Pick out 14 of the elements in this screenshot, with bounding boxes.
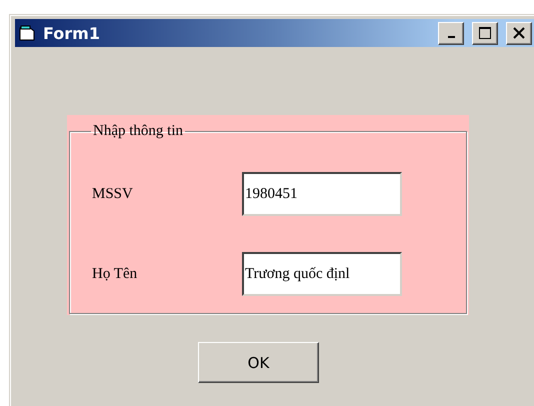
close-icon (513, 27, 525, 39)
minimize-button[interactable] (438, 22, 464, 44)
minimize-icon (448, 36, 454, 38)
maximize-button[interactable] (472, 22, 498, 44)
field-label: MSSV (92, 186, 134, 202)
text-field[interactable]: Trương quốc địnl (242, 252, 402, 296)
group-title: Nhập thông tin (92, 123, 184, 140)
window-title: Form1 (43, 24, 101, 42)
maximize-icon (478, 26, 492, 40)
field-label: Họ Tên (92, 266, 138, 282)
close-button[interactable] (506, 22, 532, 44)
text-field[interactable]: 1980451 (242, 172, 402, 216)
form-icon (19, 25, 37, 41)
ok-button[interactable]: OK (198, 342, 319, 383)
